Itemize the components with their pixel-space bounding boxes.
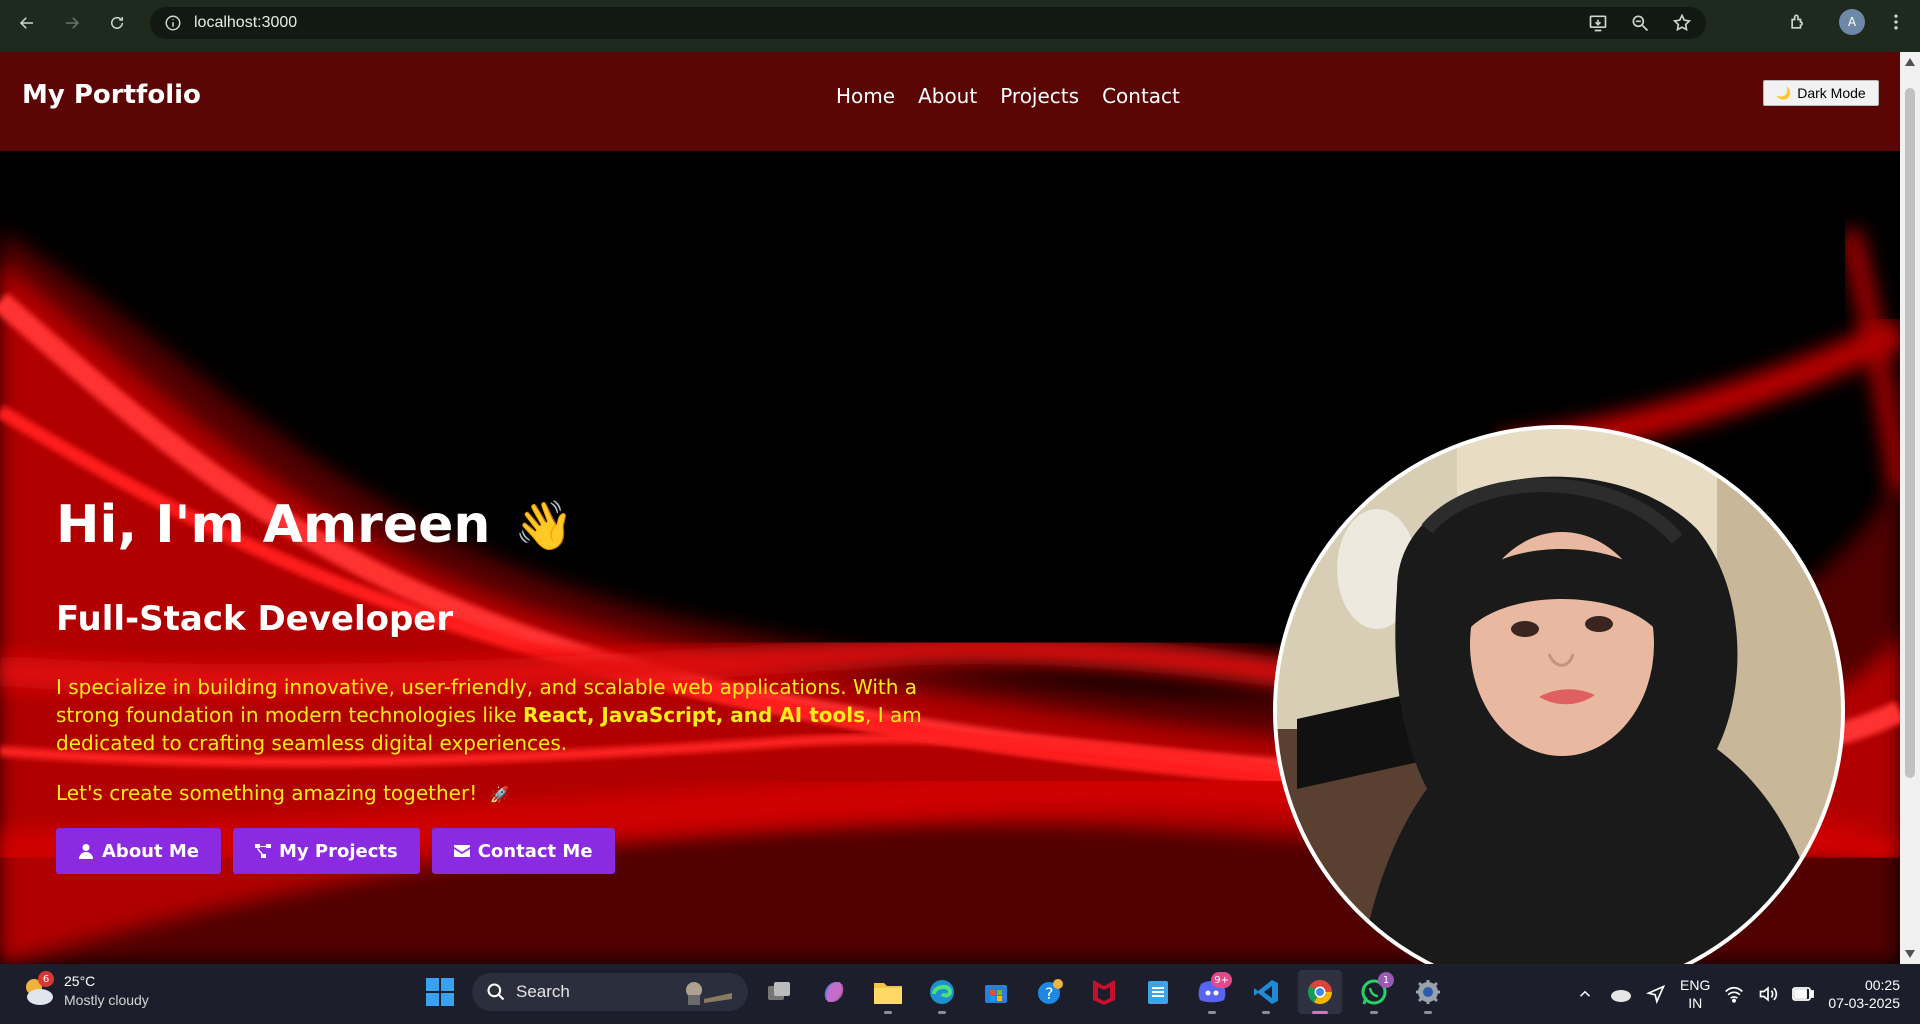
about-me-label: About Me [102, 840, 199, 862]
moon-icon: 🌙 [1776, 86, 1792, 100]
hero-section: Hi, I'm Amreen 👋 Full-Stack Developer I … [0, 151, 1900, 964]
extensions-icon[interactable] [1780, 4, 1816, 40]
dark-mode-toggle[interactable]: 🌙 Dark Mode [1763, 80, 1879, 106]
nav-link-projects[interactable]: Projects [1000, 84, 1079, 108]
wifi-icon[interactable] [1724, 985, 1744, 1003]
task-view-icon[interactable] [758, 970, 802, 1014]
windows-start-icon[interactable] [418, 970, 462, 1014]
cta-text: Let's create something amazing together! [56, 781, 478, 805]
whatsapp-badge: 1 [1378, 972, 1394, 988]
back-button[interactable] [9, 5, 45, 41]
edge-browser-icon[interactable] [920, 970, 964, 1014]
profile-photo [1273, 425, 1845, 964]
url-text[interactable]: localhost:3000 [194, 14, 297, 32]
cloudy-weather-icon: 6 [20, 971, 56, 1009]
weather-widget[interactable]: 6 25°C Mostly cloudy [20, 971, 149, 1010]
search-highlight-icon [686, 982, 732, 1005]
site-info-icon[interactable] [160, 10, 186, 36]
scrollbar-thumb[interactable] [1905, 88, 1915, 778]
system-tray: ENG IN 00:25 07-03-2025 [1576, 964, 1920, 1024]
profile-button[interactable]: A [1834, 4, 1870, 40]
bookmark-star-icon[interactable] [1664, 5, 1700, 41]
forward-arrow-icon [66, 17, 80, 29]
lang-code: ENG [1680, 977, 1711, 993]
zoom-icon[interactable] [1622, 5, 1658, 41]
location-arrow-icon[interactable] [1646, 984, 1666, 1004]
about-me-button[interactable]: About Me [56, 828, 221, 874]
lang-region: IN [1688, 995, 1703, 1011]
site-navbar: My Portfolio Home About Projects Contact… [0, 52, 1900, 151]
scroll-down-icon[interactable] [1905, 950, 1915, 958]
weather-desc: Mostly cloudy [64, 992, 149, 1008]
address-bar[interactable]: localhost:3000 [150, 7, 1706, 39]
discord-icon[interactable]: 9+ [1190, 970, 1234, 1014]
envelope-icon [453, 845, 470, 857]
my-projects-button[interactable]: My Projects [233, 828, 420, 874]
reload-icon [111, 16, 123, 29]
hero-greeting: Hi, I'm Amreen 👋 [56, 495, 574, 555]
chrome-icon[interactable] [1298, 970, 1342, 1014]
nav-link-contact[interactable]: Contact [1102, 84, 1180, 108]
battery-icon[interactable] [1792, 987, 1815, 1001]
windows-taskbar: 6 25°C Mostly cloudy Search ? 9+ 1 ENG I… [0, 964, 1920, 1024]
get-help-icon[interactable]: ? [1028, 970, 1072, 1014]
volume-icon[interactable] [1758, 985, 1778, 1003]
taskbar-search[interactable]: Search [472, 973, 748, 1011]
search-icon [487, 983, 505, 1001]
project-diagram-icon [255, 844, 271, 858]
contact-me-label: Contact Me [477, 840, 593, 862]
install-app-icon[interactable] [1580, 5, 1616, 41]
reload-button[interactable] [99, 5, 135, 41]
nav-link-about[interactable]: About [918, 84, 977, 108]
settings-gear-icon[interactable] [1406, 970, 1450, 1014]
notepad-icon[interactable] [1136, 970, 1180, 1014]
vscode-icon[interactable] [1244, 970, 1288, 1014]
microsoft-store-icon[interactable] [974, 970, 1018, 1014]
contact-me-button[interactable]: Contact Me [431, 828, 615, 874]
waving-hand-icon: 👋 [514, 497, 575, 554]
user-icon [79, 844, 93, 859]
back-arrow-icon [19, 17, 33, 29]
onedrive-cloud-icon[interactable] [1608, 985, 1632, 1003]
dark-mode-label: Dark Mode [1797, 85, 1866, 101]
weather-temp: 25°C [64, 973, 96, 989]
avatar: A [1839, 9, 1865, 35]
forward-button[interactable] [54, 5, 90, 41]
whatsapp-icon[interactable]: 1 [1352, 970, 1396, 1014]
hero-cta-line: Let's create something amazing together!… [56, 781, 510, 805]
page-viewport: My Portfolio Home About Projects Contact… [0, 52, 1900, 964]
hero-buttons: About Me My Projects Contact Me [56, 828, 615, 874]
nav-link-home[interactable]: Home [836, 84, 895, 108]
nav-menu: Home About Projects Contact [836, 84, 1180, 108]
clock-time: 00:25 [1864, 977, 1900, 993]
desc-highlight: React, JavaScript, and AI tools [522, 703, 866, 727]
mcafee-icon[interactable] [1082, 970, 1126, 1014]
file-explorer-icon[interactable] [866, 970, 910, 1014]
copilot-icon[interactable] [812, 970, 856, 1014]
brand-logo[interactable]: My Portfolio [22, 80, 201, 110]
page-scrollbar[interactable] [1900, 52, 1920, 964]
clock-date: 07-03-2025 [1828, 995, 1900, 1011]
hero-description: I specialize in building innovative, use… [56, 673, 956, 757]
language-indicator[interactable]: ENG IN [1680, 976, 1710, 1012]
clock[interactable]: 00:25 07-03-2025 [1828, 976, 1900, 1012]
chevron-up-icon[interactable] [1576, 985, 1594, 1003]
menu-kebab-icon[interactable] [1878, 4, 1914, 40]
weather-badge: 6 [38, 971, 54, 987]
search-label: Search [516, 982, 570, 1001]
discord-badge: 9+ [1211, 972, 1232, 988]
rocket-icon: 🚀 [489, 785, 510, 804]
browser-toolbar: localhost:3000 A [0, 0, 1920, 52]
hero-role: Full-Stack Developer [56, 599, 454, 639]
svg-text:?: ? [1045, 984, 1054, 1003]
greeting-text: Hi, I'm Amreen [56, 495, 491, 555]
scroll-up-icon[interactable] [1905, 58, 1915, 66]
my-projects-label: My Projects [279, 840, 398, 862]
